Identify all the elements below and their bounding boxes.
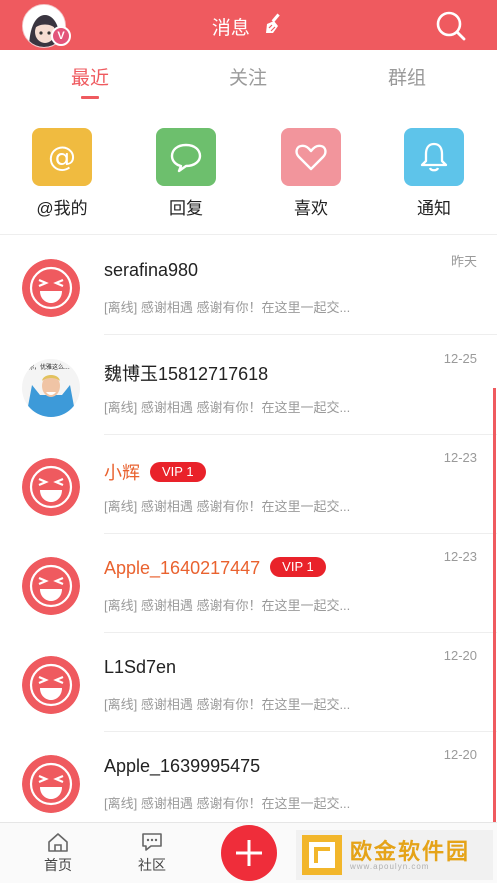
laughing-face-avatar <box>22 656 80 714</box>
row-divider <box>104 533 497 534</box>
svg-text:你，优雅这么...: 你，优雅这么... <box>28 363 70 371</box>
message-preview: [离线] 感谢相遇 感谢有你！在这里一起交... <box>104 697 351 712</box>
watermark-logo-icon <box>302 835 342 875</box>
conversation-row[interactable]: Apple_1639995475 [离线] 感谢相遇 感谢有你！在这里一起交..… <box>0 733 497 831</box>
message-preview: [离线] 感谢相遇 感谢有你！在这里一起交... <box>104 796 351 811</box>
contact-name: Apple_1639995475 <box>104 756 261 776</box>
contact-name: serafina980 <box>104 260 199 280</box>
quick-action-notifications[interactable]: 通知 <box>403 128 465 219</box>
vip-badge: VIP 1 <box>270 557 326 578</box>
at-icon: @ <box>32 128 92 186</box>
add-post-button[interactable] <box>221 825 277 881</box>
message-time: 12-25 <box>443 351 477 366</box>
message-preview: [离线] 感谢相遇 感谢有你！在这里一起交... <box>104 598 351 613</box>
contact-name: L1Sd7en <box>104 657 177 677</box>
page-title: 消息 <box>211 17 250 39</box>
message-time: 12-20 <box>443 747 477 762</box>
message-preview: [离线] 感谢相遇 感谢有你！在这里一起交... <box>104 499 351 514</box>
message-preview: [离线] 感谢相遇 感谢有你！在这里一起交... <box>104 400 351 415</box>
nav-community[interactable]: 社区 <box>122 829 182 875</box>
row-divider <box>104 632 497 633</box>
laughing-face-avatar <box>22 458 80 516</box>
clear-broom-icon[interactable] <box>263 12 285 40</box>
conversation-row[interactable]: Apple_1640217447 VIP 1 [离线] 感谢相遇 感谢有你！在这里… <box>0 535 497 633</box>
contact-name: 魏博玉15812717618 <box>104 364 269 384</box>
bell-icon <box>404 128 464 186</box>
message-time: 12-20 <box>443 648 477 663</box>
section-divider <box>0 234 497 235</box>
top-bar: V 消息 <box>0 0 497 50</box>
row-divider <box>104 334 497 335</box>
message-preview: [离线] 感谢相遇 感谢有你！在这里一起交... <box>104 300 351 315</box>
active-tab-indicator <box>81 96 99 99</box>
tab-following[interactable]: 关注 <box>198 63 298 90</box>
community-icon <box>122 829 182 855</box>
row-divider <box>104 731 497 732</box>
conversation-row[interactable]: 你，优雅这么... 魏博玉15812717618 [离线] 感谢相遇 感谢有你！… <box>0 337 497 435</box>
conversation-row[interactable]: serafina980 [离线] 感谢相遇 感谢有你！在这里一起交... 昨天 <box>0 237 497 335</box>
laughing-face-avatar <box>22 259 80 317</box>
message-time: 昨天 <box>450 254 477 269</box>
quick-action-mentions[interactable]: @ @我的 <box>31 128 93 219</box>
row-divider <box>104 434 497 435</box>
tab-recent[interactable]: 最近 <box>40 63 140 90</box>
tab-groups[interactable]: 群组 <box>357 63 457 90</box>
nav-home[interactable]: 首页 <box>28 829 88 875</box>
tab-bar: 最近 关注 群组 <box>0 50 497 102</box>
site-watermark: 欧金软件园 www.apoulyn.com <box>296 830 493 880</box>
svg-text:@: @ <box>48 140 76 173</box>
scroll-indicator <box>493 388 496 828</box>
conversation-row[interactable]: L1Sd7en [离线] 感谢相遇 感谢有你！在这里一起交... 12-20 <box>0 634 497 732</box>
message-time: 12-23 <box>443 450 477 465</box>
quick-action-likes[interactable]: 喜欢 <box>280 128 342 219</box>
laughing-face-avatar <box>22 557 80 615</box>
message-time: 12-23 <box>443 549 477 564</box>
search-icon[interactable] <box>433 9 469 43</box>
user-photo-avatar: 你，优雅这么... <box>22 359 80 417</box>
plus-icon <box>236 840 262 866</box>
vip-badge: VIP 1 <box>150 462 206 483</box>
laughing-face-avatar <box>22 755 80 813</box>
conversation-row[interactable]: 小辉 VIP 1 [离线] 感谢相遇 感谢有你！在这里一起交... 12-23 <box>0 436 497 534</box>
contact-name: Apple_1640217447 VIP 1 <box>104 557 326 579</box>
contact-name: 小辉 VIP 1 <box>104 459 206 485</box>
home-icon <box>28 829 88 855</box>
heart-icon <box>281 128 341 186</box>
chat-bubble-icon <box>156 128 216 186</box>
quick-action-replies[interactable]: 回复 <box>155 128 217 219</box>
